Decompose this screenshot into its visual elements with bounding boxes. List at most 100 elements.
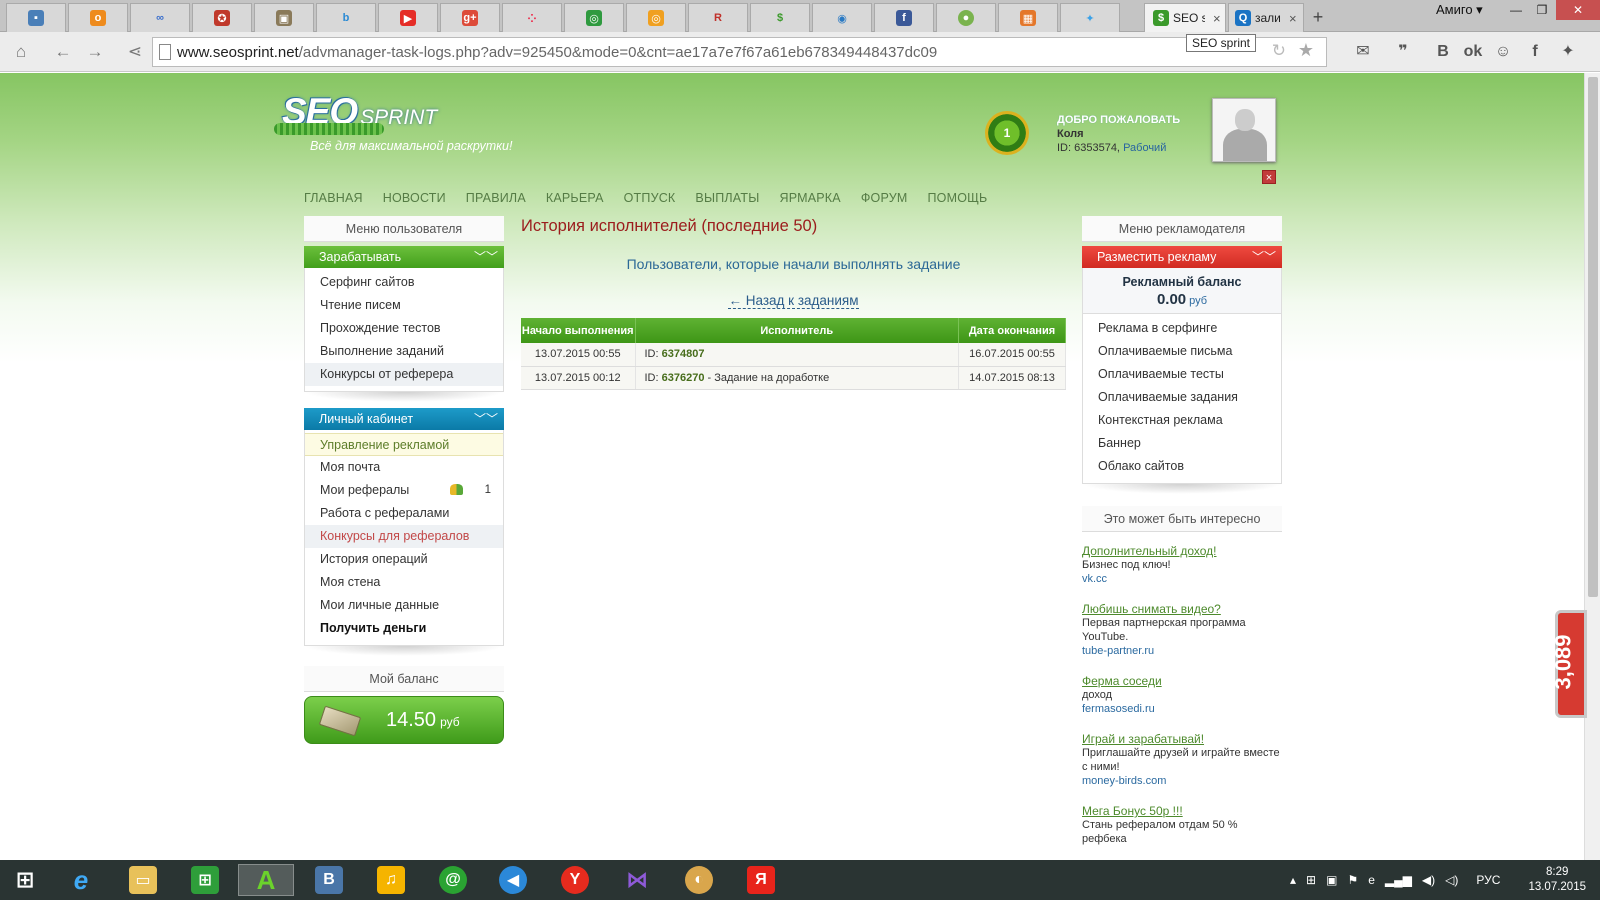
ad-url[interactable]: vk.cc — [1082, 572, 1282, 586]
performer-id-link[interactable]: 6376270 — [662, 372, 705, 384]
tab-seosprint[interactable]: $ SEO s × — [1144, 3, 1226, 32]
flag-icon[interactable]: ⚑ — [1347, 873, 1358, 887]
side-counter-widget[interactable]: 3,089 — [1551, 610, 1587, 718]
menu-banner[interactable]: Баннер — [1083, 432, 1281, 455]
nav-news[interactable]: НОВОСТИ — [383, 191, 446, 205]
taskbar-sound[interactable]: ◀ — [490, 864, 536, 896]
user-status-link[interactable]: Рабочий — [1123, 142, 1166, 154]
menu-referral-work[interactable]: Работа с рефералами — [305, 502, 503, 525]
balance-button[interactable]: 14.50 руб — [304, 696, 504, 744]
collapse-chevron-icon[interactable]: ﹀﹀ — [474, 408, 498, 430]
taskbar-paint[interactable]: ◐ — [676, 864, 722, 896]
ad-title-link[interactable]: Играй и зарабатывай! — [1082, 732, 1282, 746]
nav-forum[interactable]: ФОРУМ — [861, 191, 908, 205]
friends-icon[interactable]: ☺ — [1490, 39, 1516, 65]
tab-pinned-6[interactable]: b — [316, 3, 376, 32]
menu-paid-tasks[interactable]: Оплачиваемые задания — [1083, 386, 1281, 409]
taskbar-store[interactable]: ⊞ — [182, 864, 228, 896]
taskbar-visual-studio[interactable]: ⋈ — [614, 864, 660, 896]
ad-title-link[interactable]: Дополнительный доход! — [1082, 544, 1282, 558]
menu-my-referrals[interactable]: Мои рефералы 1 — [305, 479, 503, 502]
tab-pinned-16[interactable]: ● — [936, 3, 996, 32]
tab-pinned-15[interactable]: f — [874, 3, 934, 32]
ad-title-link[interactable]: Мега Бонус 50р !!! — [1082, 804, 1282, 818]
tab-pinned-14[interactable]: ◉ — [812, 3, 872, 32]
collapse-chevron-icon[interactable]: ﹀﹀ — [474, 246, 498, 268]
menu-reading-mail[interactable]: Чтение писем — [305, 294, 503, 317]
close-window-button[interactable]: ✕ — [1556, 0, 1600, 20]
ad-url[interactable]: fermasosedi.ru — [1082, 702, 1282, 716]
menu-surfing[interactable]: Серфинг сайтов — [305, 271, 503, 294]
share-icon[interactable]: ⋖ — [122, 40, 148, 64]
back-to-tasks-link[interactable]: ← Назад к заданиям — [728, 293, 859, 309]
menu-referral-contests[interactable]: Конкурсы для рефералов — [305, 525, 503, 548]
place-ad-button[interactable]: Разместить рекламу ﹀﹀ — [1082, 246, 1282, 268]
nav-vacation[interactable]: ОТПУСК — [624, 191, 676, 205]
ad-url[interactable]: tube-partner.ru — [1082, 644, 1282, 658]
nav-rules[interactable]: ПРАВИЛА — [466, 191, 526, 205]
audio-icon[interactable]: ◁) — [1445, 873, 1458, 887]
nav-main[interactable]: ГЛАВНАЯ — [304, 191, 363, 205]
taskbar-yandex[interactable]: Я — [738, 864, 784, 896]
twitter-toolbar-icon[interactable]: ✦ — [1555, 39, 1581, 65]
ad-url[interactable]: money-birds.com — [1082, 774, 1282, 788]
performer-id-link[interactable]: 6374807 — [662, 348, 705, 360]
menu-context-ads[interactable]: Контекстная реклама — [1083, 409, 1281, 432]
menu-site-cloud[interactable]: Облако сайтов — [1083, 455, 1281, 478]
tab-pinned-17[interactable]: ▦ — [998, 3, 1058, 32]
ad-title-link[interactable]: Ферма соседи — [1082, 674, 1282, 688]
tab-pinned-11[interactable]: ◎ — [626, 3, 686, 32]
nav-career[interactable]: КАРЬЕРА — [546, 191, 604, 205]
volume-icon[interactable]: ◀) — [1422, 873, 1435, 887]
close-tab-icon[interactable]: × — [1213, 11, 1221, 26]
bookmark-star-icon[interactable]: ★ — [1298, 40, 1314, 61]
menu-referrer-contests[interactable]: Конкурсы от реферера — [305, 363, 503, 386]
windows-tray-icon[interactable]: ⊞ — [1306, 873, 1316, 887]
menu-my-mail[interactable]: Моя почта — [305, 456, 503, 479]
menu-tests[interactable]: Прохождение тестов — [305, 317, 503, 340]
chat-icon[interactable]: ❞ — [1390, 39, 1416, 65]
ad-title-link[interactable]: Любишь снимать видео? — [1082, 602, 1282, 616]
tab-search[interactable]: Q зали × — [1228, 3, 1304, 32]
back-arrow-icon[interactable]: ← — [50, 40, 76, 64]
menu-personal-data[interactable]: Мои личные данные — [305, 594, 503, 617]
tab-pinned-7[interactable]: ▶ — [378, 3, 438, 32]
url-text[interactable]: www.seosprint.net/advmanager-task-logs.p… — [177, 44, 937, 61]
taskbar-vk[interactable]: B — [306, 864, 352, 896]
menu-get-money[interactable]: Получить деньги — [305, 617, 503, 640]
menu-tasks[interactable]: Выполнение заданий — [305, 340, 503, 363]
taskbar-mailru-agent[interactable]: @ — [430, 864, 476, 896]
e-tray-icon[interactable]: e — [1368, 873, 1375, 887]
menu-ad-management[interactable]: Управление рекламой — [305, 433, 503, 456]
reload-icon[interactable]: ↻ — [1272, 41, 1286, 61]
forward-arrow-icon[interactable]: → — [82, 40, 108, 64]
tab-pinned-8[interactable]: g+ — [440, 3, 500, 32]
menu-paid-tests[interactable]: Оплачиваемые тесты — [1083, 363, 1281, 386]
tab-pinned-2[interactable]: о — [68, 3, 128, 32]
minimize-button[interactable]: — — [1502, 0, 1530, 20]
tab-pinned-3[interactable]: ∞ — [130, 3, 190, 32]
taskbar-explorer[interactable]: ▭ — [120, 864, 166, 896]
browser-menu-button[interactable]: Амиго ▾ — [1436, 2, 1483, 18]
taskbar-yandex-browser[interactable]: Y — [552, 864, 598, 896]
system-clock[interactable]: 8:29 13.07.2015 — [1528, 865, 1586, 895]
device-icon[interactable]: ▣ — [1326, 873, 1337, 887]
tab-pinned-1[interactable]: ▪ — [6, 3, 66, 32]
menu-operations-history[interactable]: История операций — [305, 548, 503, 571]
tab-pinned-18[interactable]: ✦ — [1060, 3, 1120, 32]
nav-payouts[interactable]: ВЫПЛАТЫ — [695, 191, 759, 205]
taskbar-ie[interactable]: e — [58, 864, 104, 896]
tab-pinned-10[interactable]: ◎ — [564, 3, 624, 32]
taskbar-amigo[interactable]: A — [238, 864, 294, 896]
tab-pinned-4[interactable]: ✪ — [192, 3, 252, 32]
language-indicator[interactable]: РУС — [1476, 873, 1500, 887]
mail-icon[interactable]: ✉ — [1350, 39, 1376, 65]
close-icon[interactable]: × — [1262, 170, 1276, 184]
menu-my-wall[interactable]: Моя стена — [305, 571, 503, 594]
page-scrollbar[interactable] — [1584, 73, 1600, 860]
nav-help[interactable]: ПОМОЩЬ — [927, 191, 987, 205]
menu-surf-ads[interactable]: Реклама в серфинге — [1083, 317, 1281, 340]
restore-button[interactable]: ❐ — [1528, 0, 1556, 20]
scrollbar-thumb[interactable] — [1588, 77, 1598, 597]
tray-expand-icon[interactable]: ▴ — [1290, 873, 1296, 887]
